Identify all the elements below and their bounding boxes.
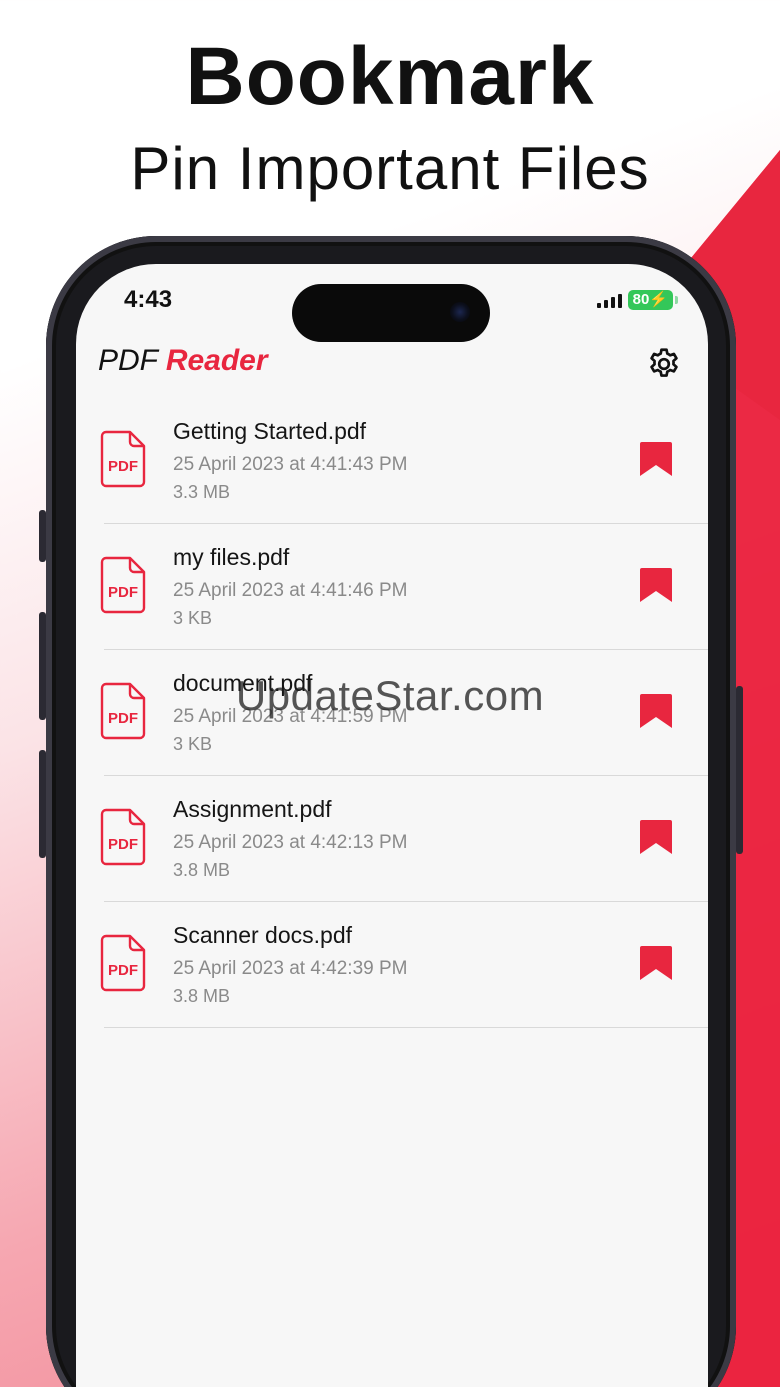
bookmark-icon[interactable] — [638, 944, 674, 982]
dynamic-island — [292, 284, 490, 342]
battery-icon: 80⚡ — [627, 290, 673, 310]
file-row[interactable]: PDF my files.pdf 25 April 2023 at 4:41:4… — [100, 524, 708, 650]
battery-tip — [675, 296, 678, 304]
pdf-icon-label: PDF — [108, 584, 138, 601]
phone-screen: 4:43 80⚡ PDF Reader PDF Getting Started.… — [76, 264, 708, 1387]
pdf-file-icon: PDF — [100, 808, 146, 866]
promo-title: Bookmark — [185, 31, 595, 122]
pdf-icon-label: PDF — [108, 710, 138, 727]
file-row[interactable]: PDF Getting Started.pdf 25 April 2023 at… — [100, 398, 708, 524]
file-name: Scanner docs.pdf — [173, 922, 353, 948]
file-name: document.pdf — [173, 670, 313, 696]
file-date: 25 April 2023 at 4:41:59 PM — [173, 706, 408, 727]
file-size: 3 KB — [173, 734, 213, 754]
cellular-signal-icon — [596, 292, 622, 308]
file-row[interactable]: PDF document.pdf 25 April 2023 at 4:41:5… — [100, 650, 708, 776]
pdf-file-icon: PDF — [100, 682, 146, 740]
pdf-file-icon: PDF — [100, 934, 146, 992]
file-size: 3.8 MB — [173, 860, 231, 880]
pdf-file-icon: PDF — [100, 556, 146, 614]
file-date: 25 April 2023 at 4:41:43 PM — [173, 454, 408, 475]
phone-power-button — [736, 686, 743, 854]
file-date: 25 April 2023 at 4:42:13 PM — [173, 832, 408, 853]
app-title: PDF Reader — [98, 344, 268, 378]
pdf-icon-label: PDF — [108, 836, 138, 853]
promo-subtitle: Pin Important Files — [130, 135, 650, 202]
bookmark-icon[interactable] — [638, 566, 674, 604]
app-title-accent: Reader — [165, 344, 268, 377]
pdf-icon-label: PDF — [108, 458, 138, 475]
phone-action-button — [39, 510, 46, 562]
pdf-icon-label: PDF — [108, 962, 138, 979]
file-date: 25 April 2023 at 4:41:46 PM — [173, 580, 408, 601]
gear-icon — [650, 348, 678, 377]
file-name: my files.pdf — [173, 544, 290, 570]
file-name: Getting Started.pdf — [173, 418, 367, 444]
file-size: 3.3 MB — [173, 482, 231, 502]
file-name: Assignment.pdf — [173, 796, 332, 822]
phone-volume-down-button — [39, 750, 46, 858]
status-time: 4:43 — [124, 286, 173, 313]
file-row[interactable]: PDF Scanner docs.pdf 25 April 2023 at 4:… — [100, 902, 708, 1028]
bookmark-icon[interactable] — [638, 818, 674, 856]
file-row[interactable]: PDF Assignment.pdf 25 April 2023 at 4:42… — [100, 776, 708, 902]
app-title-prefix: PDF — [98, 344, 158, 377]
status-indicators: 80⚡ — [596, 290, 678, 310]
bookmark-icon[interactable] — [638, 440, 674, 478]
file-date: 25 April 2023 at 4:42:39 PM — [173, 958, 408, 979]
bookmarked-files-list: PDF Getting Started.pdf 25 April 2023 at… — [100, 398, 708, 1028]
phone-volume-up-button — [39, 612, 46, 720]
bookmark-icon[interactable] — [638, 692, 674, 730]
pdf-file-icon: PDF — [100, 430, 146, 488]
battery-level: 80 — [632, 291, 650, 308]
front-camera-icon — [450, 302, 470, 322]
settings-button[interactable] — [644, 344, 684, 384]
charging-bolt-icon: ⚡ — [649, 291, 668, 308]
file-size: 3 KB — [173, 608, 213, 628]
file-size: 3.8 MB — [173, 986, 231, 1006]
